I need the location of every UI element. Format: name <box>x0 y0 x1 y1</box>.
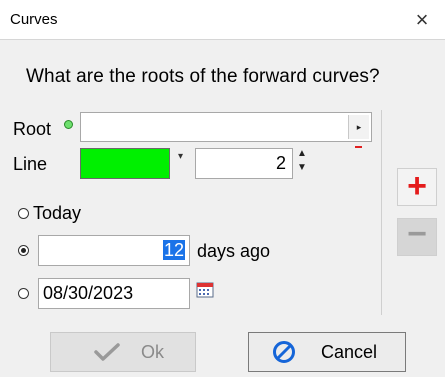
question-text: What are the roots of the forward curves… <box>26 66 380 87</box>
ok-label: Ok <box>141 342 165 362</box>
days-ago-input[interactable]: 12 <box>38 235 190 266</box>
chevron-down-icon[interactable]: ▾ <box>178 151 183 162</box>
line-width-input[interactable]: 2 <box>195 148 293 179</box>
date-input[interactable]: 08/30/2023 <box>38 278 190 309</box>
radio-today[interactable] <box>18 208 29 219</box>
window-title: Curves <box>10 11 58 28</box>
cancel-icon <box>273 341 295 363</box>
checkmark-icon <box>94 343 120 361</box>
title-bar: Curves × <box>0 0 445 40</box>
divider <box>381 110 382 315</box>
plus-icon: + <box>407 167 427 205</box>
line-label: Line <box>13 154 48 174</box>
radio-days-ago[interactable] <box>18 245 29 256</box>
calendar-icon[interactable] <box>196 282 214 298</box>
root-dropdown-button[interactable]: ▸ <box>348 115 369 139</box>
line-preview-dash <box>355 146 362 148</box>
root-input[interactable] <box>80 112 372 142</box>
radio-date[interactable] <box>18 288 29 299</box>
add-button[interactable]: + <box>397 168 437 206</box>
days-ago-label: days ago <box>197 241 271 261</box>
spinner-arrows-icon[interactable]: ▲ ▼ <box>296 147 308 175</box>
today-label: Today <box>33 203 82 223</box>
ok-button[interactable]: Ok <box>50 332 196 372</box>
cancel-label: Cancel <box>321 342 378 362</box>
root-label: Root <box>13 119 52 139</box>
minus-icon: − <box>407 215 427 253</box>
remove-button[interactable]: − <box>397 215 437 256</box>
cancel-button[interactable]: Cancel <box>248 332 406 372</box>
days-value-selected: 12 <box>162 240 185 260</box>
line-color-swatch[interactable] <box>80 148 170 179</box>
close-icon[interactable]: × <box>404 4 440 36</box>
status-dot-icon <box>64 120 73 129</box>
